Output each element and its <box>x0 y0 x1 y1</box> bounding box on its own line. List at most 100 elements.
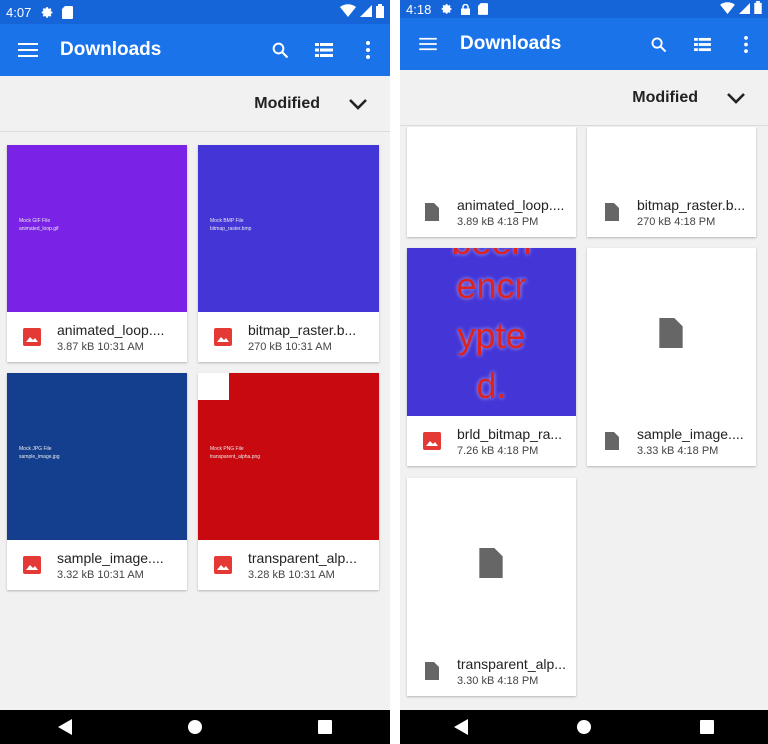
file-info: 3.33 kB 4:18 PM <box>637 444 719 457</box>
navigation-bar <box>0 710 390 744</box>
file-thumbnail: been encr ypte d. <box>407 248 576 416</box>
file-name: bitmap_raster.b... <box>637 196 746 213</box>
file-info: 3.89 kB 4:18 PM <box>457 215 539 228</box>
back-button[interactable] <box>45 710 85 744</box>
thumbnail-text: animated_loop.gif <box>19 226 59 232</box>
recents-square-icon <box>699 720 714 734</box>
thumbnail-text: sample_image.jpg <box>19 454 60 460</box>
thumbnail-text: been <box>407 248 576 262</box>
file-card[interactable]: been encr ypte d. brld_bitmap_ra... 7.26… <box>407 248 576 466</box>
file-thumbnail: Mock JPG File sample_image.jpg <box>7 373 187 540</box>
page-title: Downloads <box>60 39 162 60</box>
view-toggle-button[interactable] <box>302 28 346 72</box>
thumbnail-text: encr <box>456 265 527 306</box>
sort-bar: Modified <box>400 70 768 126</box>
signal-icon <box>739 2 750 17</box>
thumbnail-text: transparent_alpha.png <box>210 454 261 460</box>
image-file-icon <box>7 328 57 346</box>
thumbnail-text: Mock JPG File <box>19 446 52 452</box>
file-thumbnail <box>407 478 576 646</box>
menu-button[interactable] <box>400 37 456 51</box>
file-card[interactable]: Mock PNG File transparent_alpha.png tran… <box>198 373 379 590</box>
file-info: 3.30 kB 4:18 PM <box>457 674 539 687</box>
home-circle-icon <box>188 720 202 734</box>
file-card[interactable]: Mock BMP File bitmap_raster.bmp bitmap_r… <box>198 145 379 362</box>
generic-file-icon <box>587 432 637 450</box>
menu-button[interactable] <box>0 42 56 58</box>
file-name: sample_image.... <box>637 425 744 442</box>
more-vert-icon <box>366 41 370 59</box>
home-circle-icon <box>576 720 591 734</box>
file-card[interactable]: sample_image.... 3.33 kB 4:18 PM <box>587 248 756 466</box>
thumbnail-text: ypte <box>457 315 526 356</box>
file-card[interactable]: Mock GIF File animated_loop.gif animated… <box>7 145 187 362</box>
status-time: 4:18 <box>406 1 432 17</box>
sort-label[interactable]: Modified <box>254 95 320 113</box>
list-view-icon <box>693 37 711 51</box>
file-card[interactable]: transparent_alp... 3.30 kB 4:18 PM <box>407 478 576 696</box>
file-info: 3.28 kB 10:31 AM <box>248 568 335 581</box>
signal-icon <box>360 4 372 20</box>
sort-bar: Modified <box>0 76 390 132</box>
list-view-icon <box>315 43 333 57</box>
image-file-icon <box>198 328 248 346</box>
thumbnail-text: d. <box>476 365 507 406</box>
file-name: animated_loop.... <box>57 321 165 338</box>
file-name: transparent_alp... <box>248 549 357 566</box>
recents-button[interactable] <box>305 710 345 744</box>
recents-button[interactable] <box>687 710 727 744</box>
transparent-region <box>198 373 229 400</box>
chevron-down-icon[interactable] <box>726 92 750 104</box>
file-info: 270 kB 10:31 AM <box>248 340 332 353</box>
back-triangle-icon <box>454 719 469 735</box>
more-options-button[interactable] <box>346 28 390 72</box>
file-placeholder-icon <box>659 318 683 353</box>
back-button[interactable] <box>441 710 481 744</box>
generic-file-icon <box>407 662 457 680</box>
file-card[interactable]: bitmap_raster.b... 270 kB 4:18 PM <box>587 127 756 237</box>
file-info: 3.32 kB 10:31 AM <box>57 568 144 581</box>
hamburger-menu-icon <box>18 43 38 57</box>
file-name: sample_image.... <box>57 549 164 566</box>
right-screen: 4:18 Downloads Modified animated_loop...… <box>400 0 768 744</box>
file-thumbnail: Mock BMP File bitmap_raster.bmp <box>198 145 379 312</box>
file-info: 270 kB 4:18 PM <box>637 215 716 228</box>
page-title: Downloads <box>460 33 562 54</box>
settings-gear-icon <box>41 6 54 19</box>
file-info: 7.26 kB 4:18 PM <box>457 444 539 457</box>
search-icon <box>272 42 289 59</box>
file-placeholder-icon <box>479 548 503 583</box>
thumbnail-text: Mock BMP File <box>210 218 244 224</box>
file-card[interactable]: animated_loop.... 3.89 kB 4:18 PM <box>407 127 576 237</box>
file-name: animated_loop.... <box>457 196 565 213</box>
view-toggle-button[interactable] <box>680 22 724 66</box>
generic-file-icon <box>407 203 457 221</box>
more-options-button[interactable] <box>724 22 768 66</box>
chevron-down-icon[interactable] <box>348 98 372 110</box>
file-card[interactable]: Mock JPG File sample_image.jpg sample_im… <box>7 373 187 590</box>
home-button[interactable] <box>175 710 215 744</box>
more-vert-icon <box>744 35 748 53</box>
search-button[interactable] <box>258 28 302 72</box>
wifi-icon <box>340 4 356 20</box>
home-button[interactable] <box>564 710 604 744</box>
recents-square-icon <box>318 720 332 734</box>
file-name: transparent_alp... <box>457 655 566 672</box>
file-thumbnail <box>587 248 756 416</box>
file-name: brld_bitmap_ra... <box>457 425 563 442</box>
image-file-icon <box>407 432 457 450</box>
sd-card-icon <box>478 3 489 15</box>
wifi-icon <box>720 1 735 17</box>
generic-file-icon <box>587 203 637 221</box>
thumbnail-text: bitmap_raster.bmp <box>210 226 252 232</box>
search-button[interactable] <box>636 22 680 66</box>
navigation-bar <box>400 710 768 744</box>
image-file-icon <box>198 556 248 574</box>
battery-icon <box>376 3 384 21</box>
battery-icon <box>754 1 762 17</box>
hamburger-menu-icon <box>419 37 437 51</box>
file-thumbnail: Mock PNG File transparent_alpha.png <box>198 373 379 540</box>
sort-label[interactable]: Modified <box>632 89 698 107</box>
file-name: bitmap_raster.b... <box>248 321 357 338</box>
status-time: 4:07 <box>6 4 32 20</box>
